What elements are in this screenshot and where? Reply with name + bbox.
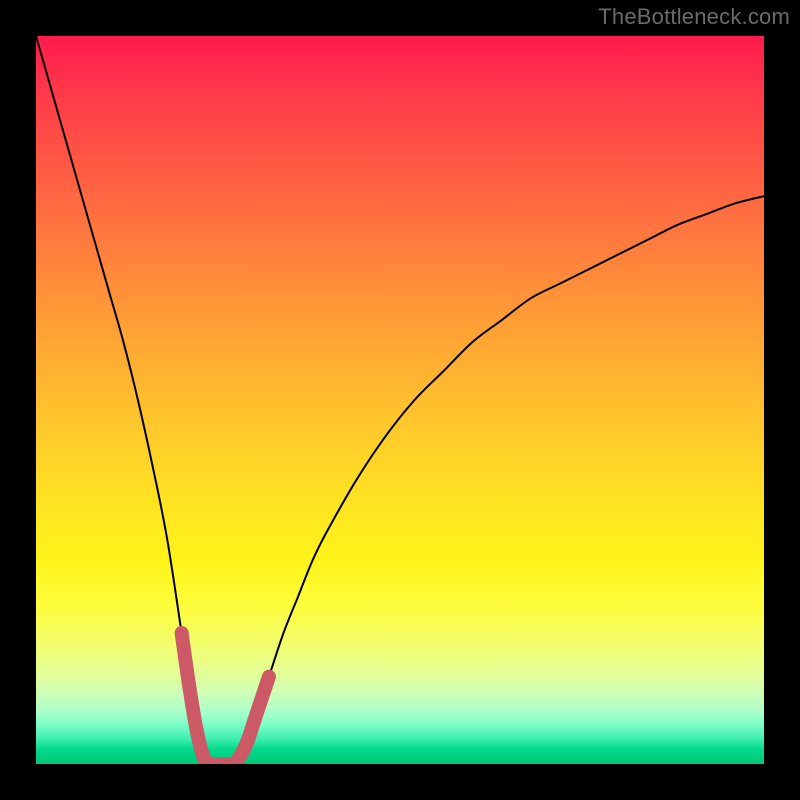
bottleneck-curve (36, 36, 764, 764)
chart-frame: TheBottleneck.com (0, 0, 800, 800)
optimal-zone-marker (182, 633, 269, 764)
plot-area (36, 36, 764, 764)
curve-line (36, 36, 764, 764)
optimal-zone-dot (247, 713, 261, 727)
optimal-zone-dot (182, 677, 196, 691)
optimal-zone-dot (240, 735, 254, 749)
watermark-text: TheBottleneck.com (598, 4, 790, 30)
optimal-zone-dot (189, 721, 203, 735)
optimal-zone-dot (233, 750, 247, 764)
